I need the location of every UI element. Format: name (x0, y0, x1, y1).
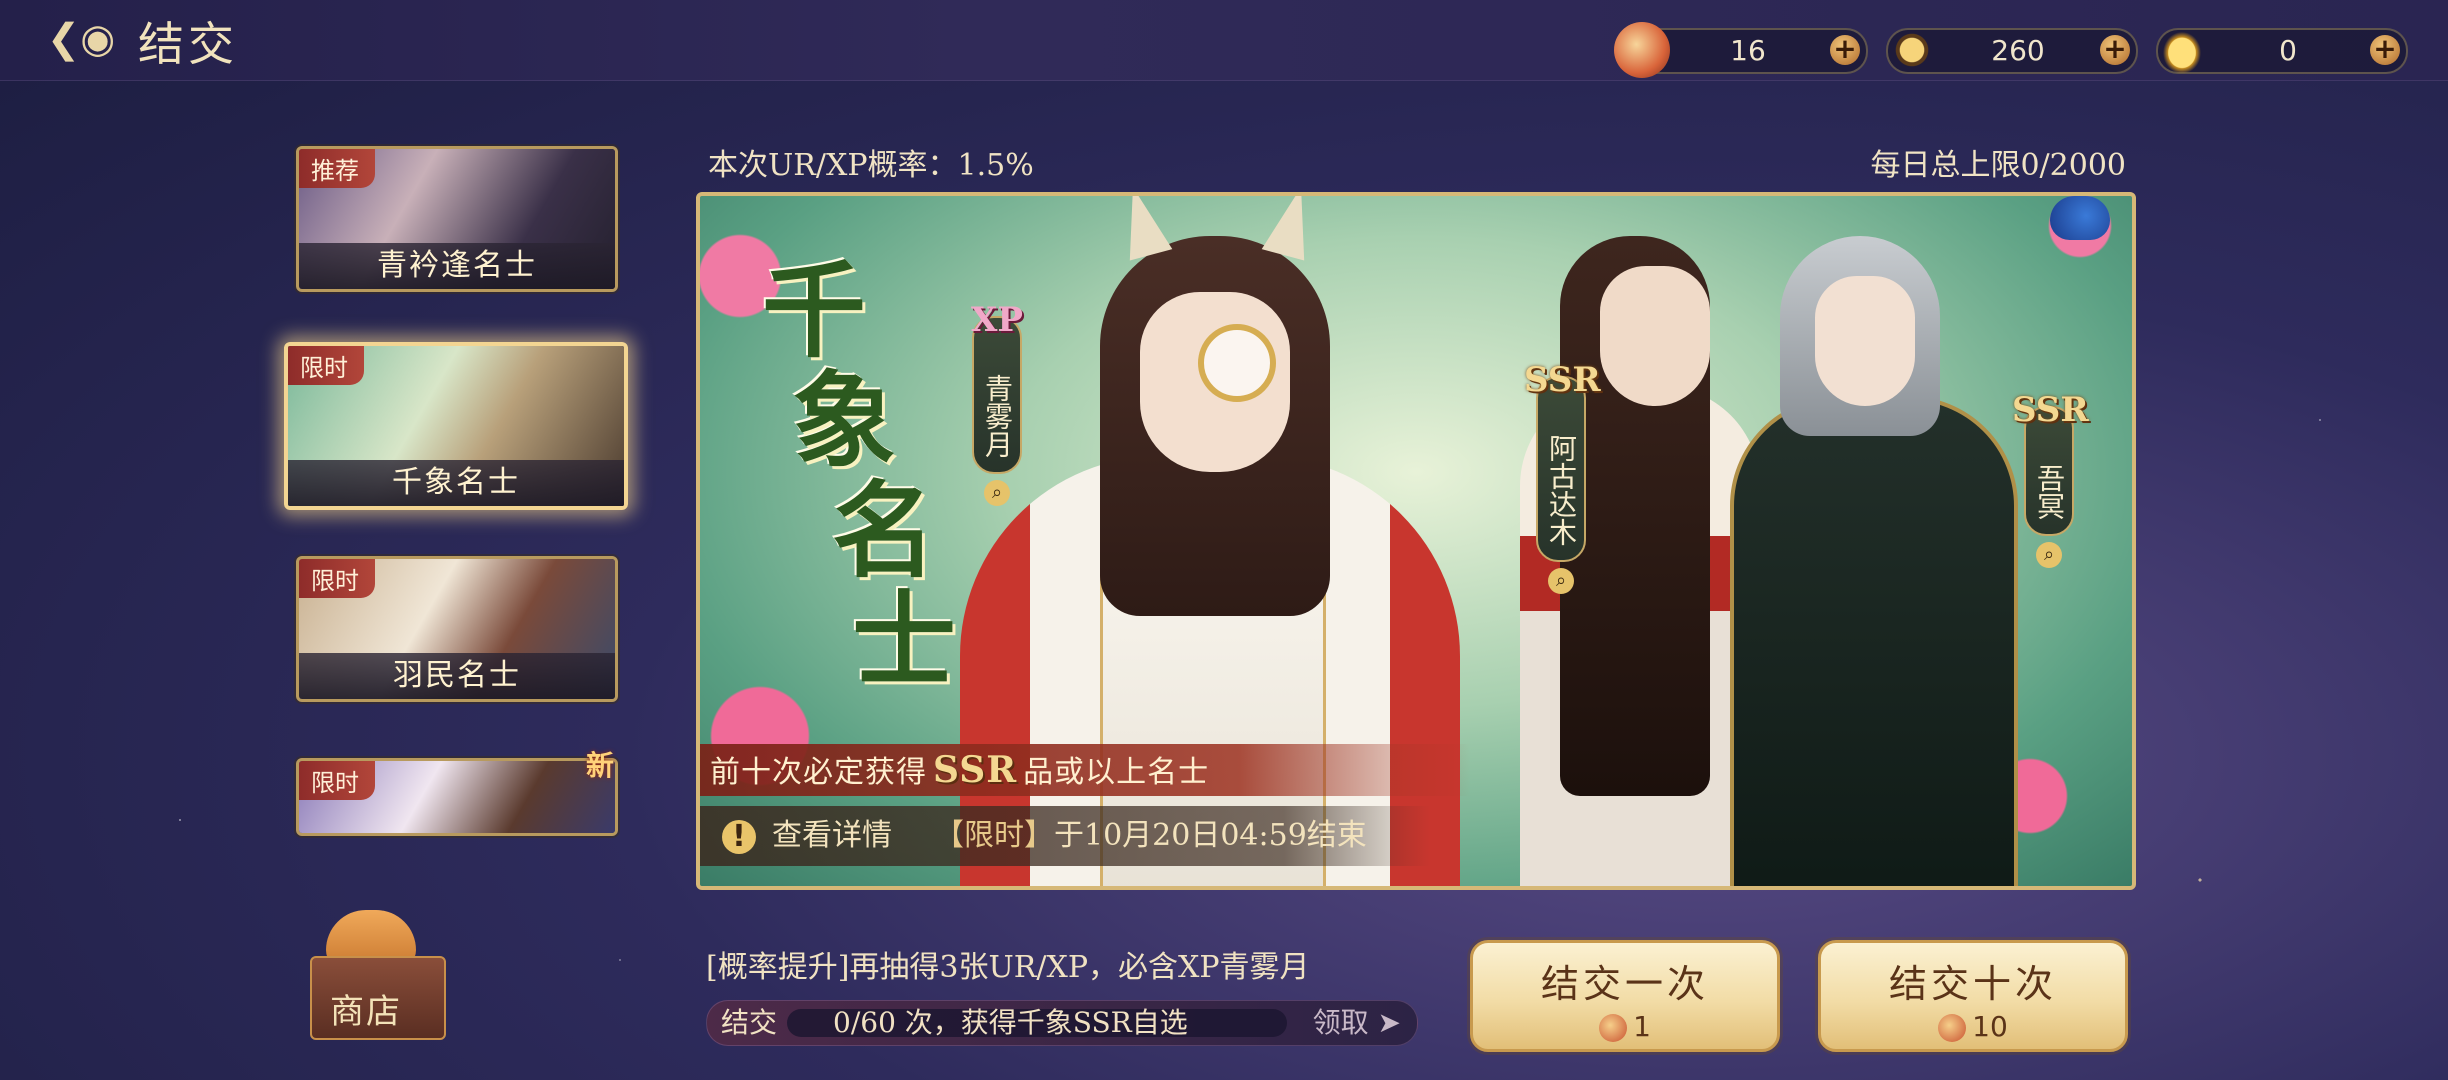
pull-ten-label: 结交十次 (1888, 962, 2057, 1006)
character-name: 阿古达木 (1545, 434, 1578, 546)
banner-title-art: 千 象 名 士 (762, 249, 957, 702)
character-face (1600, 266, 1710, 406)
view-details-link[interactable]: 查看详情 (772, 818, 892, 853)
top-bar: ❮◉ 结交 16 + 260 + 0 + (0, 0, 2448, 81)
sidebar-item-yumin[interactable]: 限时 羽民名士 (296, 556, 618, 702)
arrow-right-icon: ➤ (1377, 1006, 1401, 1039)
currency-value: 0 (2279, 34, 2297, 67)
add-feather-button[interactable]: + (2100, 35, 2130, 65)
rarity-badge: SSR (2012, 390, 2089, 430)
back-button[interactable]: ❮◉ (38, 14, 124, 64)
banner-title-char: 千 (762, 249, 867, 372)
bird-icon (2050, 196, 2110, 240)
banner-title-char: 象 (792, 359, 897, 482)
rarity-badge: XP (971, 300, 1023, 340)
sidebar-item-label: 青衿逢名士 (299, 243, 615, 289)
monocle-icon (1198, 324, 1276, 402)
sidebar-item-label: 羽民名士 (299, 653, 615, 699)
currency-value: 260 (1991, 34, 2045, 67)
feather-icon (1884, 22, 1940, 78)
rate-boost-text: [概率提升]再抽得3张UR/XP，必含XP青雾月 (706, 950, 1310, 985)
currency-feather: 260 + (1884, 22, 2138, 78)
pull-once-button[interactable]: 结交一次 1 (1470, 940, 1780, 1052)
character-art-wuming (1730, 396, 2018, 886)
sidebar-item-tag: 推荐 (299, 149, 375, 188)
sidebar-item-tag: 限时 (299, 761, 375, 800)
character-name: 吾冥 (2033, 464, 2066, 520)
limited-time-tag: 【限时】 (934, 818, 1054, 853)
ticket-icon (1614, 22, 1670, 78)
pull-progress-bar: 结交 0/60 次，获得千象SSR自选 领取 ➤ (706, 1000, 1418, 1046)
character-tag-qingwuyue[interactable]: XP 青雾月 ⌕ (971, 303, 1023, 506)
exclamation-icon: ! (722, 820, 756, 854)
ticket-icon (1938, 1014, 1967, 1042)
banner-title-char: 士 (852, 579, 957, 702)
magnifier-icon[interactable]: ⌕ (984, 480, 1010, 506)
pull-cost: 1 (1473, 1010, 1777, 1043)
fox-ear-icon (1111, 196, 1173, 261)
banner-title-char: 名 (832, 469, 937, 592)
sidebar-item-tag: 限时 (288, 346, 364, 385)
character-face (1815, 276, 1915, 406)
pull-once-label: 结交一次 (1540, 962, 1709, 1006)
progress-text: 0/60 次，获得千象SSR自选 (833, 1006, 1188, 1039)
ticket-icon (1599, 1014, 1628, 1042)
pull-ten-button[interactable]: 结交十次 10 (1818, 940, 2128, 1052)
pull-cost-value: 10 (1972, 1010, 2008, 1043)
character-name: 青雾月 (981, 374, 1014, 458)
pull-cost: 10 (1821, 1010, 2125, 1043)
sidebar-item-new[interactable]: 限时 (296, 758, 618, 836)
character-tag-wuming[interactable]: SSR 吾冥 ⌕ (2012, 393, 2089, 568)
pull-cost-value: 1 (1633, 1010, 1651, 1043)
ingot-icon (2154, 22, 2210, 78)
sidebar-item-qianxiang[interactable]: 限时 千象名士 (284, 342, 628, 510)
progress-label: 结交 (721, 1006, 778, 1039)
sidebar-item-tag: 限时 (299, 559, 375, 598)
sidebar-item-qingjin[interactable]: 推荐 青衿逢名士 (296, 146, 618, 292)
claim-label: 领取 (1312, 1006, 1369, 1039)
sidebar-item-label: 千象名士 (288, 460, 624, 506)
add-ingot-button[interactable]: + (2370, 35, 2400, 65)
shop-button[interactable]: 商店 (300, 910, 450, 1060)
guarantee-text-pre: 前十次必定获得 (710, 755, 927, 790)
page-title: 结交 (138, 17, 238, 71)
new-badge: 新 (586, 749, 615, 782)
guarantee-banner: 前十次必定获得 SSR 品或以上名士 (700, 744, 1470, 796)
banner-info-bar: ! 查看详情 【限时】于10月20日04:59结束 (700, 806, 1430, 866)
daily-limit-text: 每日总上限0/2000 (1870, 148, 2126, 183)
rarity-badge: SSR (1524, 360, 1601, 400)
banner-end-time: 于10月20日04:59结束 (1054, 818, 1367, 853)
shop-label: 商店 (330, 992, 402, 1032)
magnifier-icon[interactable]: ⌕ (1548, 568, 1574, 594)
character-tag-agudamu[interactable]: SSR 阿古达木 ⌕ (1524, 363, 1601, 594)
claim-button[interactable]: 领取 ➤ (1313, 1001, 1401, 1045)
magnifier-icon[interactable]: ⌕ (2036, 542, 2062, 568)
currency-value: 16 (1730, 34, 1766, 67)
guarantee-text-post: 品或以上名士 (1023, 755, 1210, 790)
cloud-back-icon: ❮◉ (46, 16, 116, 62)
currency-ticket: 16 + (1614, 22, 1868, 78)
rate-text: 本次UR/XP概率：1.5% (708, 148, 1034, 183)
ssr-rarity-badge: SSR (933, 749, 1018, 791)
main-banner[interactable]: 千 象 名 士 XP 青雾月 ⌕ SSR 阿古达木 ⌕ SSR 吾冥 ⌕ 前十次… (696, 192, 2136, 890)
add-ticket-button[interactable]: + (1830, 35, 1860, 65)
fox-ear-icon (1261, 196, 1323, 261)
currency-ingot: 0 + (2154, 22, 2408, 78)
